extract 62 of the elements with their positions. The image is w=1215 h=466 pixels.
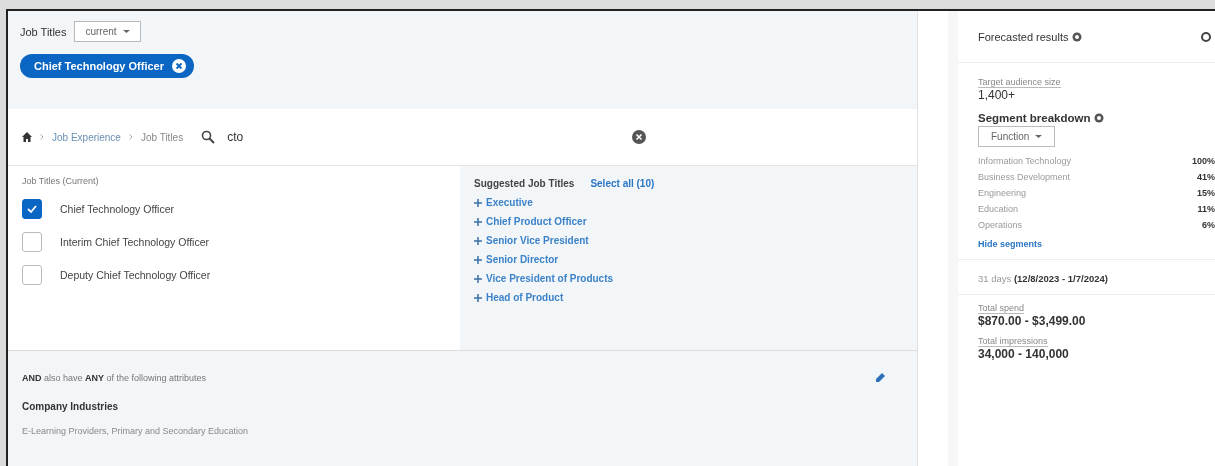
attribute-values: E-Learning Providers, Primary and Secondary Education: [22, 426, 250, 436]
job-title-option[interactable]: Deputy Chief Technology Officer: [60, 269, 211, 281]
audience-value: 1,400+: [978, 88, 1017, 102]
help-icon[interactable]: [1094, 113, 1105, 123]
segment-title: Segment breakdown: [978, 112, 1091, 124]
metric-value: 34,000 - 140,000: [978, 347, 1070, 361]
results-heading: Job Titles (Current): [22, 176, 100, 186]
metric-value: $870.00 - $3,499.00: [978, 314, 1087, 328]
home-icon[interactable]: [22, 132, 32, 142]
job-title-option[interactable]: Chief Technology Officer: [60, 203, 174, 215]
suggested-title-link[interactable]: Chief Product Officer: [486, 216, 587, 227]
close-icon[interactable]: [172, 59, 186, 73]
check-icon: [26, 203, 38, 215]
job-title-option[interactable]: Interim Chief Technology Officer: [60, 236, 209, 248]
suggested-title-link[interactable]: Head of Product: [486, 292, 564, 303]
plus-icon: [474, 293, 482, 302]
suggested-title-link[interactable]: Executive: [486, 197, 533, 208]
segment-percent: 6%: [1202, 220, 1215, 230]
filter-label: Job Titles: [20, 25, 67, 38]
attributes-intro: AND also have ANY of the following attributes: [22, 373, 207, 383]
suggested-title-link[interactable]: Vice President of Products: [486, 273, 614, 284]
clear-icon[interactable]: [632, 130, 647, 144]
settings-icon[interactable]: [1201, 31, 1211, 42]
chevron-icon: [128, 134, 133, 140]
select-all-link[interactable]: Select all (10): [590, 178, 655, 189]
filter-chip[interactable]: Chief Technology Officer: [20, 54, 194, 78]
segment-name: Engineering: [978, 188, 1027, 198]
plus-icon: [474, 236, 482, 245]
metric-label: Total spend: [978, 303, 1025, 314]
plus-icon: [474, 274, 482, 283]
checkbox[interactable]: [22, 199, 42, 219]
suggestions-heading: Suggested Job Titles: [474, 178, 575, 189]
checkbox[interactable]: [22, 232, 42, 252]
breadcrumb-current: Job Titles: [140, 131, 184, 143]
segment-name: Information Technology: [978, 156, 1071, 166]
segment-percent: 11%: [1197, 204, 1215, 214]
pencil-icon[interactable]: [875, 373, 885, 383]
suggested-title-link[interactable]: Senior Director: [486, 254, 559, 265]
search-icon: [201, 130, 216, 144]
search-field[interactable]: cto: [225, 129, 623, 145]
checkbox[interactable]: [22, 265, 42, 285]
forecast-title: Forecasted results: [978, 30, 1069, 43]
metric-label: Total impressions: [978, 336, 1048, 347]
segment-name: Education: [978, 204, 1019, 214]
plus-icon: [474, 198, 482, 207]
attribute-group-title: Company Industries: [22, 401, 120, 412]
hide-segments-link[interactable]: Hide segments: [978, 239, 1215, 249]
breadcrumb-link[interactable]: Job Experience: [52, 131, 121, 143]
plus-icon: [474, 217, 482, 226]
plus-icon: [474, 255, 482, 264]
segment-name: Business Development: [978, 172, 1071, 182]
segment-percent: 100%: [1191, 156, 1215, 166]
segment-percent: 15%: [1197, 188, 1215, 198]
filter-dropdown[interactable]: current: [74, 21, 141, 42]
segment-percent: 41%: [1197, 172, 1215, 182]
audience-label: Target audience size: [978, 77, 1061, 88]
segment-dropdown[interactable]: Function: [978, 126, 1056, 147]
chevron-icon: [40, 134, 44, 140]
segment-name: Operations: [978, 220, 1023, 230]
suggested-title-link[interactable]: Senior Vice President: [486, 235, 589, 246]
date-range: 31 days (12/8/2023 - 1/7/2024): [978, 273, 1108, 284]
help-icon[interactable]: [1072, 31, 1083, 42]
